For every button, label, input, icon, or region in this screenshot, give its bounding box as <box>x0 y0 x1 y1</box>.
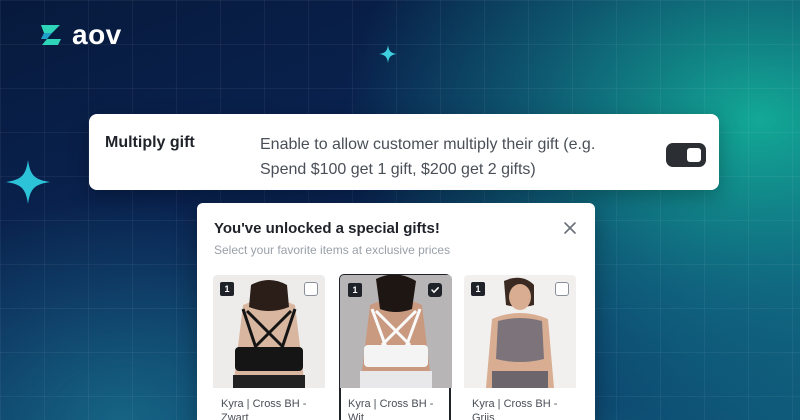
checkmark-icon <box>431 287 439 294</box>
brand-logo: aov <box>38 19 122 50</box>
setting-description: Enable to allow customer multiply their … <box>260 136 596 178</box>
product-name: Kyra | Cross BH - Grijs <box>472 398 558 420</box>
quantity-badge: 1 <box>471 282 485 296</box>
multiply-gift-toggle[interactable] <box>666 143 706 167</box>
product-card[interactable]: 1 Kyra | Cross BH - Zwart <box>213 275 325 420</box>
product-checkbox[interactable] <box>304 282 318 296</box>
product-name: Kyra | Cross BH - Wit <box>348 398 434 420</box>
brand-name: aov <box>72 19 122 50</box>
product-card[interactable]: 1 Kyra | Cross BH - Grijs <box>464 275 576 420</box>
aov-logo-icon <box>41 25 61 45</box>
modal-title: You've unlocked a special gifts! <box>214 220 440 237</box>
close-icon[interactable] <box>561 219 579 237</box>
sparkle-icon <box>6 160 50 204</box>
setting-title: Multiply gift <box>105 134 195 151</box>
sparkle-icon <box>379 45 397 63</box>
product-checkbox[interactable] <box>555 282 569 296</box>
toggle-knob <box>687 148 701 162</box>
quantity-badge: 1 <box>220 282 234 296</box>
product-checkbox[interactable] <box>428 283 442 297</box>
product-card[interactable]: 1 Kyra | Cross BH - Wit <box>339 274 452 420</box>
quantity-badge: 1 <box>348 283 362 297</box>
multiply-gift-setting-card: Multiply gift Enable to allow customer m… <box>89 114 719 190</box>
gift-selection-modal: You've unlocked a special gifts! Select … <box>197 203 595 420</box>
modal-subtitle: Select your favorite items at exclusive … <box>214 243 451 257</box>
product-name: Kyra | Cross BH - Zwart <box>221 398 307 420</box>
